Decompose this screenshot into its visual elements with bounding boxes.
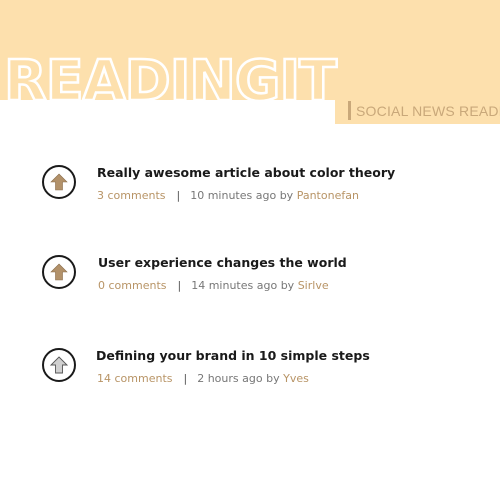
up-arrow-icon xyxy=(50,263,68,281)
logo[interactable]: READINGIT xyxy=(4,53,339,105)
comments-link[interactable]: 0 comments xyxy=(98,279,167,292)
article-meta: 3 comments | 10 minutes ago by Pantonefan xyxy=(97,189,359,202)
post-time: 10 minutes ago xyxy=(190,189,277,202)
article-item: User experience changes the world 0 comm… xyxy=(0,255,500,305)
author-link[interactable]: Pantonefan xyxy=(297,189,359,202)
up-arrow-icon xyxy=(50,356,68,374)
author-link[interactable]: Sirlve xyxy=(298,279,329,292)
article-title[interactable]: Really awesome article about color theor… xyxy=(97,165,395,180)
article-title[interactable]: User experience changes the world xyxy=(98,255,347,270)
meta-separator: | xyxy=(176,189,181,202)
meta-separator: | xyxy=(177,279,182,292)
comments-link[interactable]: 3 comments xyxy=(97,189,166,202)
up-arrow-icon xyxy=(50,173,68,191)
comments-link[interactable]: 14 comments xyxy=(97,372,173,385)
logo-text: READINGIT xyxy=(4,53,337,105)
article-meta: 14 comments | 2 hours ago by Yves xyxy=(97,372,309,385)
author-link[interactable]: Yves xyxy=(283,372,309,385)
post-time: 2 hours ago xyxy=(197,372,263,385)
upvote-button[interactable] xyxy=(42,348,76,382)
article-item: Really awesome article about color theor… xyxy=(0,165,500,215)
meta-separator: | xyxy=(183,372,188,385)
by-label: by xyxy=(280,279,295,292)
tagline-divider xyxy=(348,101,351,120)
by-label: by xyxy=(266,372,280,385)
article-item: Defining your brand in 10 simple steps 1… xyxy=(0,348,500,398)
article-title[interactable]: Defining your brand in 10 simple steps xyxy=(96,348,370,363)
upvote-button[interactable] xyxy=(42,165,76,199)
tagline: SOCIAL NEWS READER xyxy=(356,103,500,119)
post-time: 14 minutes ago xyxy=(191,279,278,292)
article-meta: 0 comments | 14 minutes ago by Sirlve xyxy=(98,279,329,292)
upvote-button[interactable] xyxy=(42,255,76,289)
by-label: by xyxy=(279,189,294,202)
